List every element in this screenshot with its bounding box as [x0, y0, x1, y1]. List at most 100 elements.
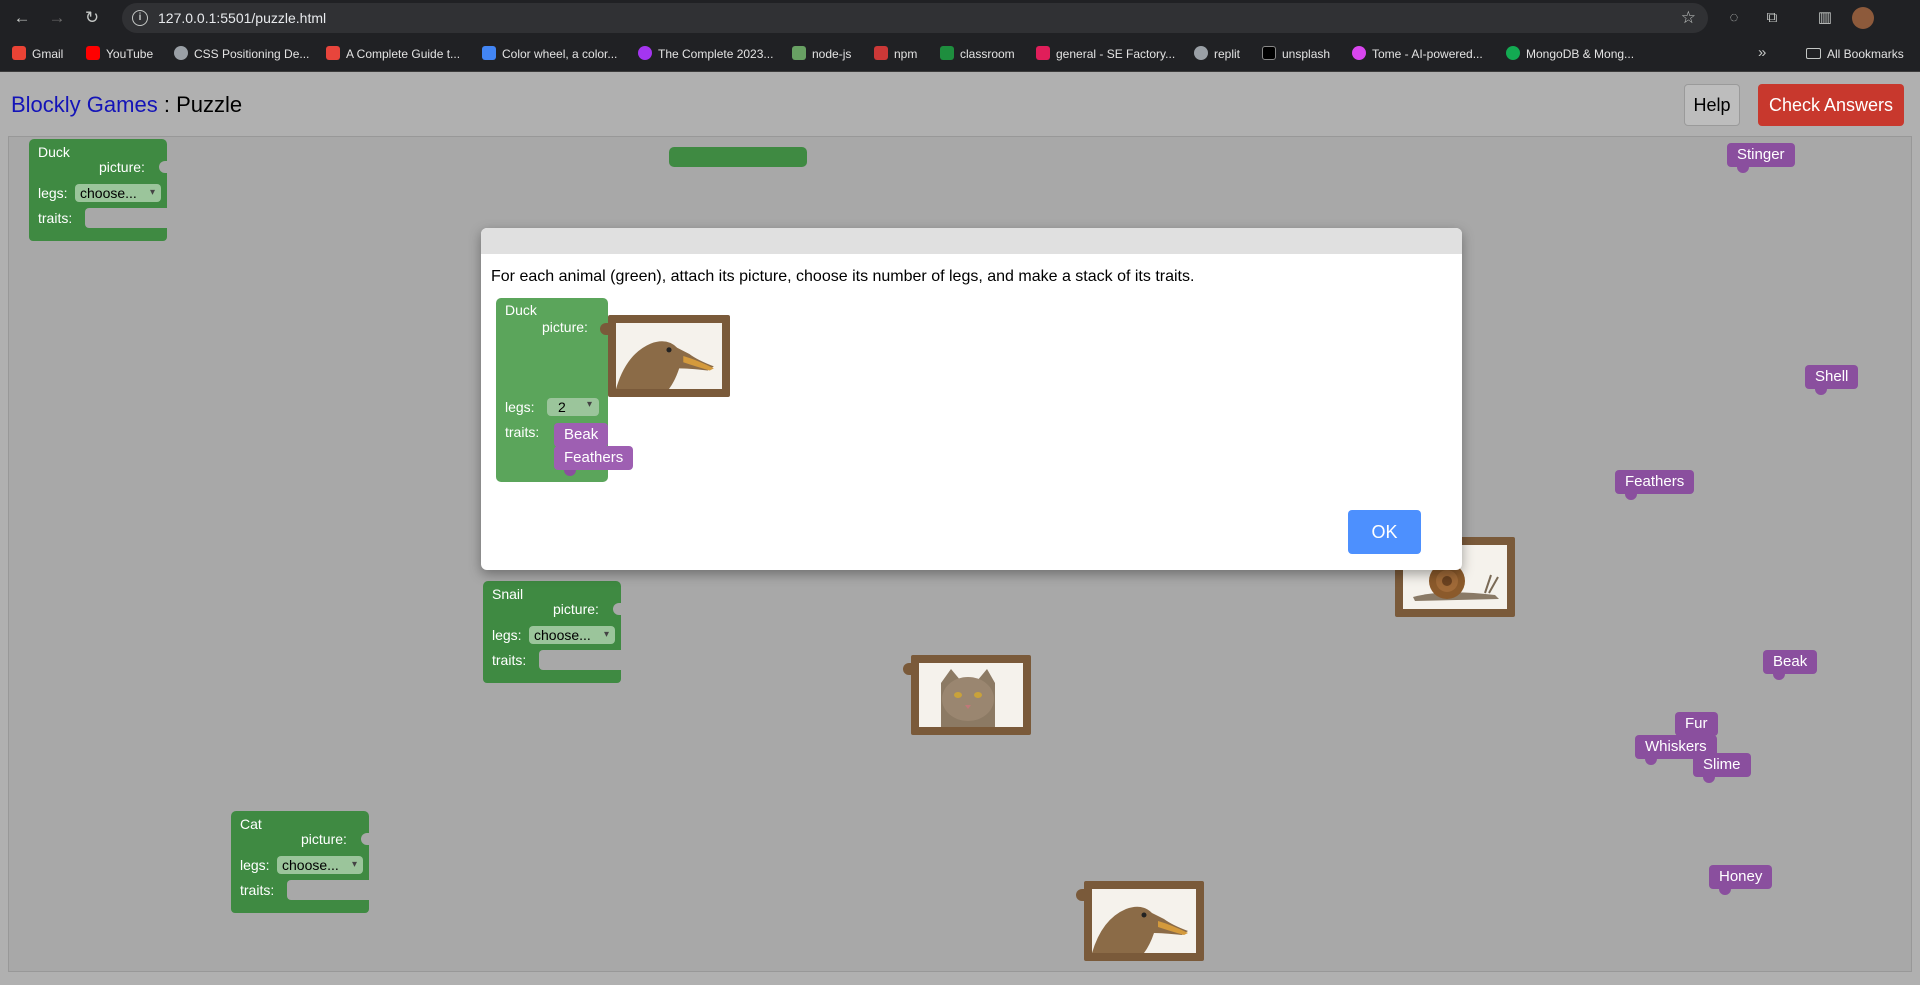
animal-name: Snail [492, 586, 524, 602]
extension-sync-icon[interactable]: ◌ [1724, 8, 1744, 28]
legs-dropdown[interactable]: choose... [529, 626, 615, 644]
animal-name: Duck [38, 144, 70, 160]
picture-socket [159, 161, 167, 173]
globe-icon [1194, 46, 1208, 60]
reload-icon[interactable]: ↻ [80, 6, 104, 30]
cat-image [919, 663, 1023, 727]
folder-icon [1806, 48, 1821, 59]
bookmark-css-positioning[interactable]: CSS Positioning De... [174, 45, 309, 63]
node-icon [792, 46, 806, 60]
trait-feathers[interactable]: Feathers [1615, 470, 1695, 500]
bookmark-classroom[interactable]: classroom [940, 45, 1015, 63]
bookmark-replit[interactable]: replit [1194, 45, 1240, 63]
traits-slot [539, 650, 629, 670]
check-answers-button[interactable]: Check Answers [1758, 84, 1904, 126]
help-button[interactable]: Help [1684, 84, 1740, 126]
example-traits-label: traits: [505, 424, 540, 440]
trait-honey[interactable]: Honey [1709, 865, 1773, 895]
snail-block[interactable]: Snail picture: legs: choose... traits: [483, 581, 629, 683]
browser-toolbar: ← → ↻ i 127.0.0.1:5501/puzzle.html ☆ ◌ ⧉… [0, 0, 1920, 36]
trait-stinger[interactable]: Stinger [1727, 143, 1795, 173]
bookmark-slack-general[interactable]: general - SE Factory... [1036, 45, 1175, 63]
bookmark-node-js[interactable]: node-js [792, 45, 851, 63]
address-bar[interactable]: i 127.0.0.1:5501/puzzle.html ☆ [122, 3, 1708, 33]
trait-shell[interactable]: Shell [1805, 365, 1859, 395]
side-panel-icon[interactable]: ▥ [1815, 8, 1835, 28]
unsplash-icon [1262, 46, 1276, 60]
picture-connector [903, 663, 913, 675]
picture-connector [600, 323, 610, 335]
picture-socket [361, 833, 369, 845]
example-animal-name: Duck [505, 302, 537, 318]
traits-label: traits: [492, 652, 527, 668]
asterisk-icon [326, 46, 340, 60]
page-title: Blockly Games : Puzzle [11, 92, 243, 117]
legs-dropdown[interactable]: choose... [75, 184, 161, 202]
dialog-instructions: For each animal (green), attach its pict… [491, 268, 1195, 285]
legs-label: legs: [240, 857, 270, 873]
example-trait-feathers: Feathers [554, 446, 634, 476]
picture-label: picture: [99, 159, 145, 175]
site-info-icon[interactable]: i [132, 10, 148, 26]
bookmark-gmail[interactable]: Gmail [12, 45, 63, 63]
picture-socket [613, 603, 621, 615]
duck-image [1092, 889, 1196, 953]
instructions-dialog: For each animal (green), attach its pict… [481, 228, 1462, 570]
traits-label: traits: [240, 882, 275, 898]
slack-icon [1036, 46, 1050, 60]
example-legs-label: legs: [505, 399, 535, 415]
npm-icon [874, 46, 888, 60]
chevron-down-icon: ▾ [587, 399, 593, 410]
ok-button[interactable]: OK [1348, 510, 1421, 554]
trait-slime[interactable]: Slime [1693, 753, 1751, 783]
picture-label: picture: [301, 831, 347, 847]
example-picture-label: picture: [542, 319, 588, 335]
bookmarks-bar: Gmail YouTube CSS Positioning De... A Co… [0, 36, 1920, 72]
animal-name: Cat [240, 816, 262, 832]
extensions-puzzle-icon[interactable]: ⧉ [1762, 8, 1782, 28]
trait-fur[interactable]: Fur [1675, 712, 1718, 742]
bookmark-tome[interactable]: Tome - AI-powered... [1352, 45, 1483, 63]
gmail-icon [12, 46, 26, 60]
mongodb-icon [1506, 46, 1520, 60]
traits-slot [85, 208, 175, 228]
back-arrow-icon[interactable]: ← [10, 6, 34, 30]
bookmark-mongodb[interactable]: MongoDB & Mong... [1506, 45, 1634, 63]
url-text[interactable]: 127.0.0.1:5501/puzzle.html [158, 10, 326, 26]
duck-picture-block[interactable] [1076, 881, 1204, 961]
classroom-icon [940, 46, 954, 60]
more-bookmarks-chevron-icon[interactable]: » [1758, 44, 1766, 61]
bookmark-youtube[interactable]: YouTube [86, 45, 153, 63]
all-bookmarks-button[interactable]: All Bookmarks [1806, 45, 1904, 63]
picture-connector [1076, 889, 1086, 901]
brand-link[interactable]: Blockly Games [11, 92, 158, 117]
tome-icon [1352, 46, 1366, 60]
dialog-titlebar[interactable] [481, 228, 1462, 254]
forward-arrow-icon[interactable]: → [45, 6, 69, 30]
legs-label: legs: [492, 627, 522, 643]
legs-label: legs: [38, 185, 68, 201]
bookmark-unsplash[interactable]: unsplash [1262, 45, 1330, 63]
bookmark-complete-2023[interactable]: The Complete 2023... [638, 45, 773, 63]
bookmark-color-wheel[interactable]: Color wheel, a color... [482, 45, 617, 63]
youtube-icon [86, 46, 100, 60]
example-trait-beak: Beak [554, 423, 609, 453]
profile-avatar[interactable] [1852, 7, 1874, 29]
duck-block[interactable]: Duck picture: legs: choose... traits: [29, 139, 175, 241]
colorwheel-icon [482, 46, 496, 60]
duck-image [616, 323, 722, 389]
udemy-icon [638, 46, 652, 60]
cat-block[interactable]: Cat picture: legs: choose... traits: [231, 811, 377, 913]
trait-beak[interactable]: Beak [1763, 650, 1818, 680]
page-body: Blockly Games : Puzzle Help Check Answer… [0, 72, 1920, 985]
legs-dropdown[interactable]: choose... [277, 856, 363, 874]
cat-picture-block[interactable] [903, 655, 1031, 735]
hidden-animal-block[interactable] [669, 147, 807, 167]
picture-label: picture: [553, 601, 599, 617]
page-header: Blockly Games : Puzzle Help Check Answer… [0, 72, 1920, 136]
traits-slot [287, 880, 377, 900]
bookmark-npm[interactable]: npm [874, 45, 917, 63]
bookmark-complete-guide[interactable]: A Complete Guide t... [326, 45, 460, 63]
globe-icon [174, 46, 188, 60]
bookmark-star-icon[interactable]: ☆ [1681, 8, 1696, 28]
